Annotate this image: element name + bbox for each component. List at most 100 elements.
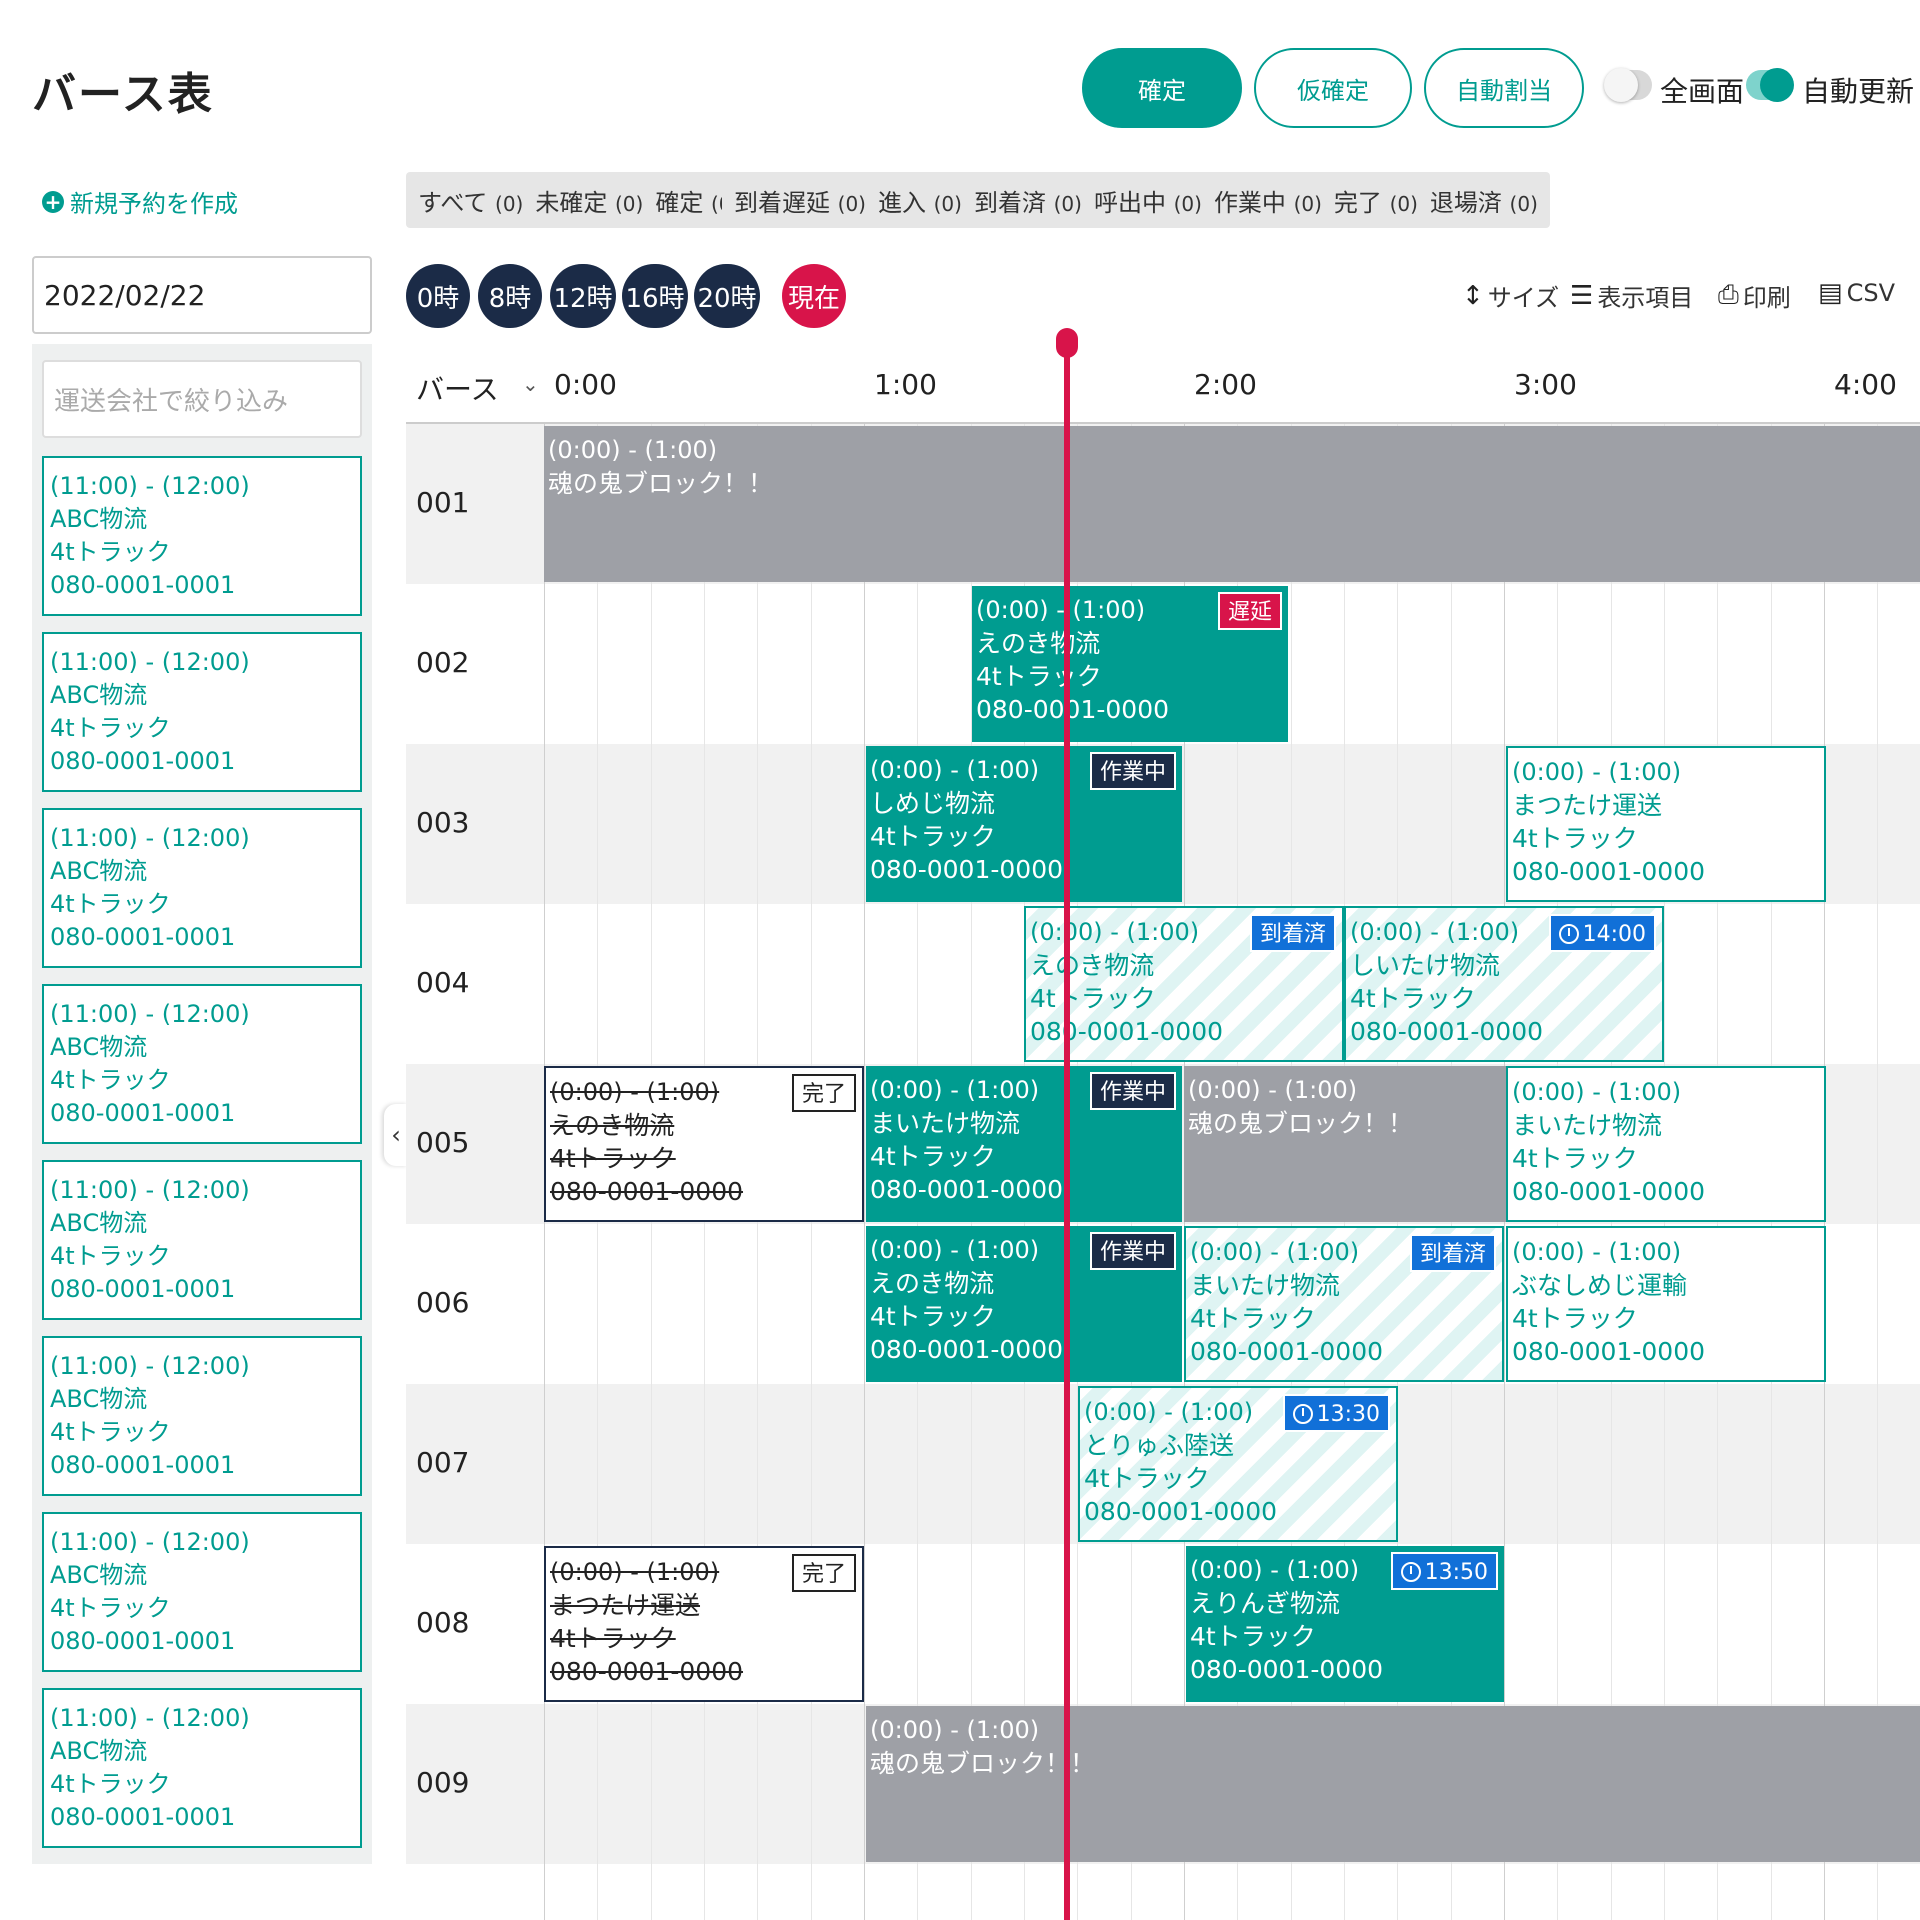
card-company: ABC物流 <box>50 1385 148 1413</box>
reservation-block[interactable]: (0:00) - (1:00) ぶなしめじ運輸 4tトラック 080-0001-… <box>1506 1226 1826 1382</box>
current-time-marker[interactable] <box>1056 328 1078 358</box>
csv-tool[interactable]: ▤ CSV <box>1818 278 1895 308</box>
card-time: (11:00) - (12:00) <box>50 1352 250 1380</box>
unassigned-card[interactable]: (11:00) - (12:00) ABC物流 4tトラック 080-0001-… <box>42 1512 362 1672</box>
filter-all[interactable]: すべて (0) <box>418 183 523 218</box>
block-row[interactable]: (0:00) - (1:00) 魂の鬼ブロック！！ <box>544 426 1920 582</box>
reservation-block[interactable]: 作業中 (0:00) - (1:00) えのき物流 4tトラック 080-000… <box>866 1226 1182 1382</box>
hour-label: 3:00 <box>1514 368 1577 401</box>
berth-number: 003 <box>416 806 470 839</box>
card-time: (11:00) - (12:00) <box>50 1528 250 1556</box>
card-time: (11:00) - (12:00) <box>50 1704 250 1732</box>
card-time: (11:00) - (12:00) <box>50 1176 250 1204</box>
size-tool[interactable]: ↕ サイズ <box>1462 278 1559 313</box>
filter-group-status: 到着遅延 (0) 進入 (0) 到着済 (0) 呼出中 (0) 作業中 (0) … <box>722 172 1550 228</box>
reservation-block[interactable]: 遅延 (0:00) - (1:00) えのき物流 4tトラック 080-0001… <box>972 586 1288 742</box>
card-phone: 080-0001-0001 <box>50 1803 236 1831</box>
card-vehicle: 4tトラック <box>50 1242 171 1270</box>
card-time: (11:00) - (12:00) <box>50 648 250 676</box>
unassigned-card[interactable]: (11:00) - (12:00) ABC物流 4tトラック 080-0001-… <box>42 1160 362 1320</box>
unassigned-card[interactable]: (11:00) - (12:00) ABC物流 4tトラック 080-0001-… <box>42 808 362 968</box>
fullscreen-toggle[interactable] <box>1604 68 1652 102</box>
filter-exited[interactable]: 退場済 (0) <box>1430 183 1538 218</box>
print-tool[interactable]: ⎙ 印刷 <box>1718 278 1791 313</box>
berth-number: 007 <box>416 1446 470 1479</box>
card-vehicle: 4tトラック <box>50 890 171 918</box>
filter-enter[interactable]: 進入 (0) <box>878 183 962 218</box>
filter-group-confirmation: すべて (0) 未確定 (0) 確定 (0) <box>406 172 752 228</box>
card-company: ABC物流 <box>50 1209 148 1237</box>
jump-16h-button[interactable]: 16時 <box>622 264 688 328</box>
clock-badge: 13:50 <box>1390 1552 1498 1590</box>
block-row[interactable]: (0:00) - (1:00) 魂の鬼ブロック！！ <box>1184 1066 1506 1222</box>
berth-number: 009 <box>416 1766 470 1799</box>
card-company: ABC物流 <box>50 505 148 533</box>
filter-working[interactable]: 作業中 (0) <box>1214 183 1322 218</box>
unassigned-card[interactable]: (11:00) - (12:00) ABC物流 4tトラック 080-0001-… <box>42 1688 362 1848</box>
reservation-block[interactable]: 作業中 (0:00) - (1:00) しめじ物流 4tトラック 080-000… <box>866 746 1182 902</box>
hour-label: 2:00 <box>1194 368 1257 401</box>
card-vehicle: 4tトラック <box>50 714 171 742</box>
tentative-button[interactable]: 仮確定 <box>1254 48 1412 128</box>
reservation-block[interactable]: (0:00) - (1:00) まいたけ物流 4tトラック 080-0001-0… <box>1506 1066 1826 1222</box>
clock-icon <box>1292 1404 1313 1424</box>
columns-tool[interactable]: ☰ 表示項目 <box>1570 278 1693 313</box>
unassigned-card[interactable]: (11:00) - (12:00) ABC物流 4tトラック 080-0001-… <box>42 984 362 1144</box>
reservation-block[interactable]: 到着済 (0:00) - (1:00) えのき物流 4tトラック 080-000… <box>1024 906 1344 1062</box>
page-title: バース表 <box>32 69 214 120</box>
date-field[interactable]: 2022/02/22 <box>32 256 372 334</box>
card-company: ABC物流 <box>50 681 148 709</box>
berth-number: 008 <box>416 1606 470 1639</box>
resize-vertical-icon: ↕ <box>1462 280 1484 311</box>
grid-line <box>864 424 865 1920</box>
current-time-line <box>1064 344 1070 1920</box>
hour-label: 1:00 <box>874 368 937 401</box>
card-time: (11:00) - (12:00) <box>50 824 250 852</box>
jump-0h-button[interactable]: 0時 <box>406 264 470 328</box>
card-phone: 080-0001-0001 <box>50 1627 236 1655</box>
reservation-block[interactable]: 到着済 (0:00) - (1:00) まいたけ物流 4tトラック 080-00… <box>1184 1226 1504 1382</box>
confirm-button[interactable]: 確定 <box>1082 48 1242 128</box>
fullscreen-label: 全画面 <box>1660 75 1745 108</box>
reservation-block[interactable]: (0:00) - (1:00) まつたけ運送 4tトラック 080-0001-0… <box>1506 746 1826 902</box>
reservation-block[interactable]: 14:00 (0:00) - (1:00) しいたけ物流 4tトラック 080-… <box>1344 906 1664 1062</box>
reservation-block[interactable]: 完了 (0:00) - (1:00) まつたけ運送 4tトラック 080-000… <box>544 1546 864 1702</box>
berth-column-header[interactable]: バース <box>416 368 499 408</box>
carrier-filter-input[interactable]: 運送会社で絞り込み <box>42 360 362 438</box>
card-company: ABC物流 <box>50 857 148 885</box>
filter-calling[interactable]: 呼出中 (0) <box>1094 183 1202 218</box>
unassigned-card[interactable]: (11:00) - (12:00) ABC物流 4tトラック 080-0001-… <box>42 1336 362 1496</box>
working-badge: 作業中 <box>1089 1072 1176 1110</box>
arrived-badge: 到着済 <box>1409 1234 1496 1272</box>
collapse-sidebar-chevron-icon[interactable]: ‹ <box>384 1104 408 1166</box>
filter-arrived[interactable]: 到着済 (0) <box>974 183 1082 218</box>
card-phone: 080-0001-0001 <box>50 571 236 599</box>
filter-complete[interactable]: 完了 (0) <box>1334 183 1418 218</box>
jump-8h-button[interactable]: 8時 <box>478 264 542 328</box>
filter-late[interactable]: 到着遅延 (0) <box>734 183 866 218</box>
card-vehicle: 4tトラック <box>50 1594 171 1622</box>
card-company: ABC物流 <box>50 1561 148 1589</box>
reservation-block[interactable]: 13:50 (0:00) - (1:00) えりんぎ物流 4tトラック 080-… <box>1186 1546 1504 1702</box>
auto-assign-button[interactable]: 自動割当 <box>1424 48 1584 128</box>
block-row[interactable]: (0:00) - (1:00) 魂の鬼ブロック！！ <box>866 1706 1920 1862</box>
new-reservation-link[interactable]: + 新規予約を作成 <box>42 184 238 219</box>
unassigned-card[interactable]: (11:00) - (12:00) ABC物流 4tトラック 080-0001-… <box>42 632 362 792</box>
jump-20h-button[interactable]: 20時 <box>694 264 760 328</box>
reservation-block[interactable]: 作業中 (0:00) - (1:00) まいたけ物流 4tトラック 080-00… <box>866 1066 1182 1222</box>
chevron-down-icon[interactable]: ⌄ <box>522 372 539 396</box>
jump-now-button[interactable]: 現在 <box>782 264 846 328</box>
new-reservation-label: 新規予約を作成 <box>70 190 238 218</box>
unassigned-card[interactable]: (11:00) - (12:00) ABC物流 4tトラック 080-0001-… <box>42 456 362 616</box>
card-vehicle: 4tトラック <box>50 1770 171 1798</box>
grid-header: バース ⌄ 0:00 1:00 2:00 3:00 4:00 <box>406 344 1920 424</box>
plus-icon: + <box>42 190 64 213</box>
hour-label: 0:00 <box>554 368 617 401</box>
reservation-block[interactable]: 13:30 (0:00) - (1:00) とりゅふ陸送 4tトラック 080-… <box>1078 1386 1398 1542</box>
jump-12h-button[interactable]: 12時 <box>550 264 616 328</box>
grid-line <box>1877 424 1879 1920</box>
reservation-block[interactable]: 完了 (0:00) - (1:00) えのき物流 4tトラック 080-0001… <box>544 1066 864 1222</box>
filter-unconfirmed[interactable]: 未確定 (0) <box>535 183 643 218</box>
late-badge: 遅延 <box>1217 592 1282 630</box>
auto-update-toggle[interactable] <box>1746 68 1794 102</box>
